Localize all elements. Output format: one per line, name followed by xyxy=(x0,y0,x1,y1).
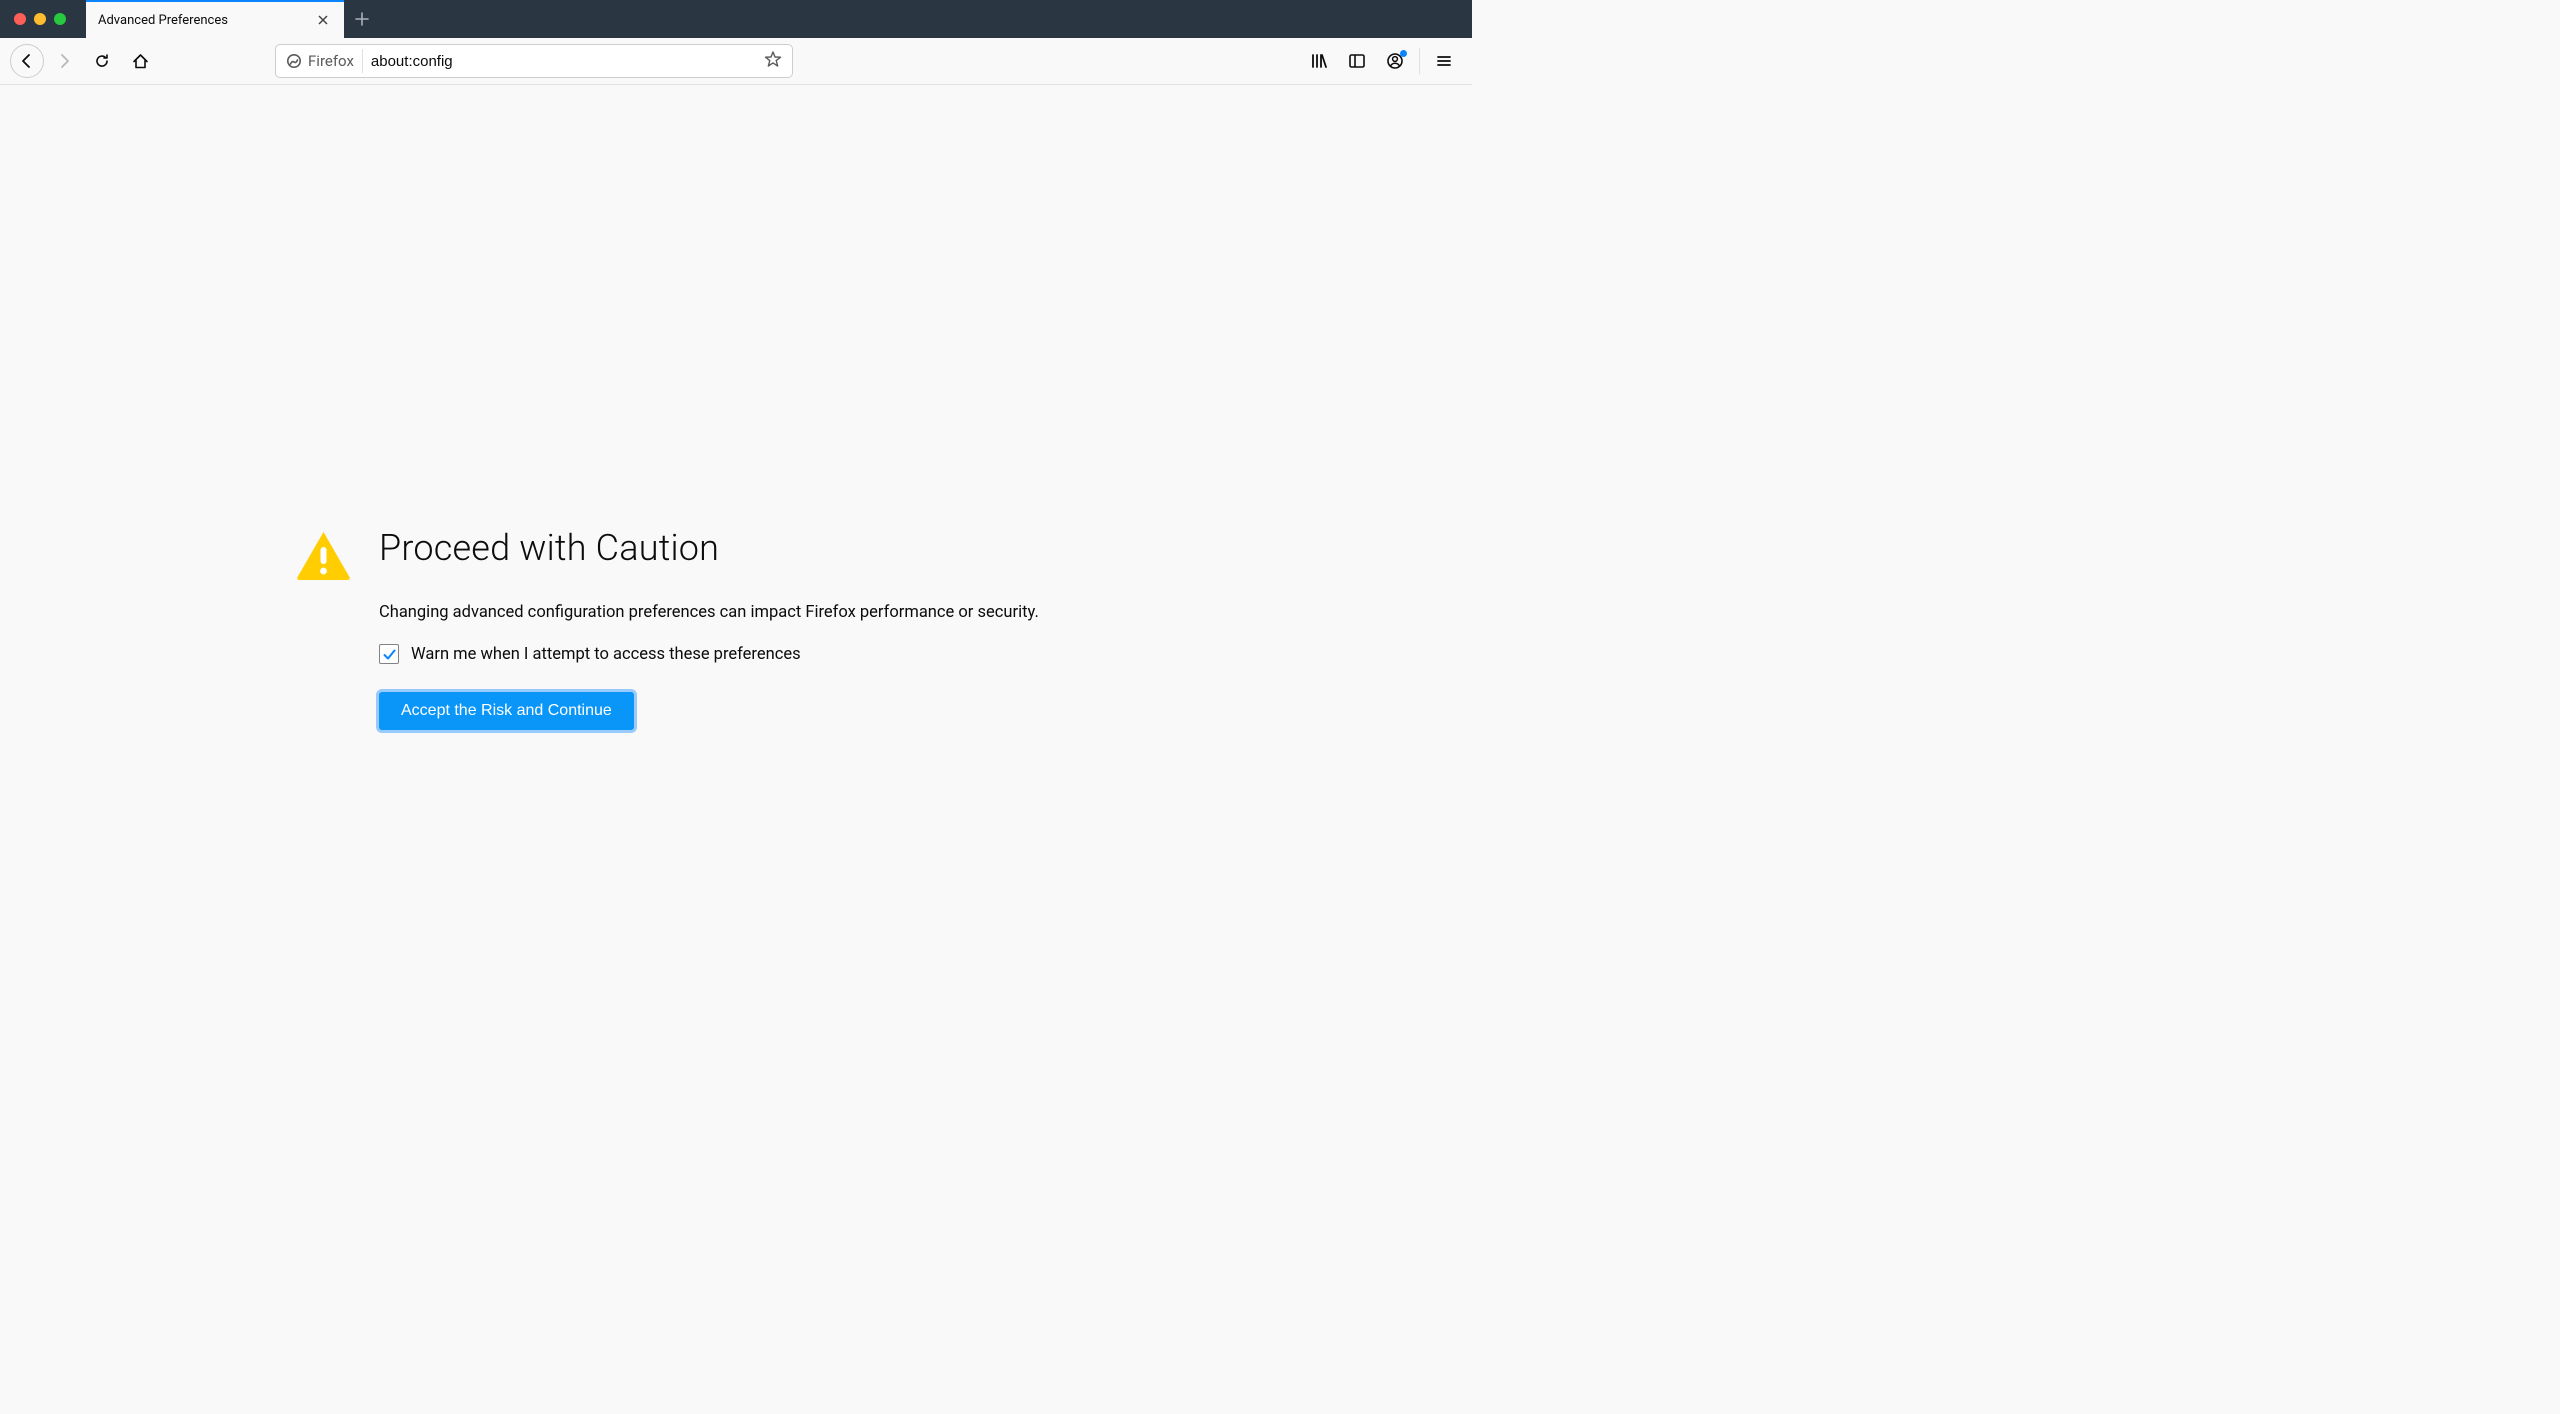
sidebar-button[interactable] xyxy=(1339,43,1375,79)
close-tab-button[interactable] xyxy=(314,11,332,29)
maximize-window-button[interactable] xyxy=(54,13,66,25)
warn-checkbox-row: Warn me when I attempt to access these p… xyxy=(379,644,1039,664)
toolbar-separator xyxy=(1419,48,1420,74)
sidebar-icon xyxy=(1348,52,1366,70)
home-button[interactable] xyxy=(122,43,158,79)
warning-container: Proceed with Caution Changing advanced c… xyxy=(296,527,1039,730)
new-tab-button[interactable] xyxy=(344,0,380,38)
titlebar: Advanced Preferences xyxy=(0,0,1472,38)
bookmark-star-button[interactable] xyxy=(760,50,786,72)
identity-label: Firefox xyxy=(308,52,354,70)
window-controls xyxy=(0,0,86,38)
close-window-button[interactable] xyxy=(14,13,26,25)
identity-box[interactable]: Firefox xyxy=(282,49,363,73)
notification-dot xyxy=(1400,50,1407,57)
account-button[interactable] xyxy=(1377,43,1413,79)
warning-description: Changing advanced configuration preferen… xyxy=(379,603,1039,622)
warning-title: Proceed with Caution xyxy=(379,527,1039,569)
checkmark-icon xyxy=(382,647,397,662)
warning-body: Proceed with Caution Changing advanced c… xyxy=(379,527,1039,730)
tab-title: Advanced Preferences xyxy=(98,13,306,28)
hamburger-icon xyxy=(1436,53,1452,69)
back-button[interactable] xyxy=(10,44,44,78)
warn-checkbox[interactable] xyxy=(379,644,399,664)
minimize-window-button[interactable] xyxy=(34,13,46,25)
menu-button[interactable] xyxy=(1426,43,1462,79)
url-input[interactable] xyxy=(371,53,752,70)
url-bar[interactable]: Firefox xyxy=(275,44,793,78)
warning-icon xyxy=(296,527,351,730)
nav-toolbar: Firefox xyxy=(0,38,1472,85)
library-button[interactable] xyxy=(1301,43,1337,79)
accept-risk-button[interactable]: Accept the Risk and Continue xyxy=(379,692,634,730)
tab-strip: Advanced Preferences xyxy=(86,0,380,38)
firefox-icon xyxy=(286,53,302,69)
forward-button[interactable] xyxy=(46,43,82,79)
library-icon xyxy=(1310,52,1328,70)
warn-checkbox-label: Warn me when I attempt to access these p… xyxy=(411,645,801,664)
browser-tab[interactable]: Advanced Preferences xyxy=(86,0,344,38)
page-content: Proceed with Caution Changing advanced c… xyxy=(0,85,1472,812)
reload-button[interactable] xyxy=(84,43,120,79)
